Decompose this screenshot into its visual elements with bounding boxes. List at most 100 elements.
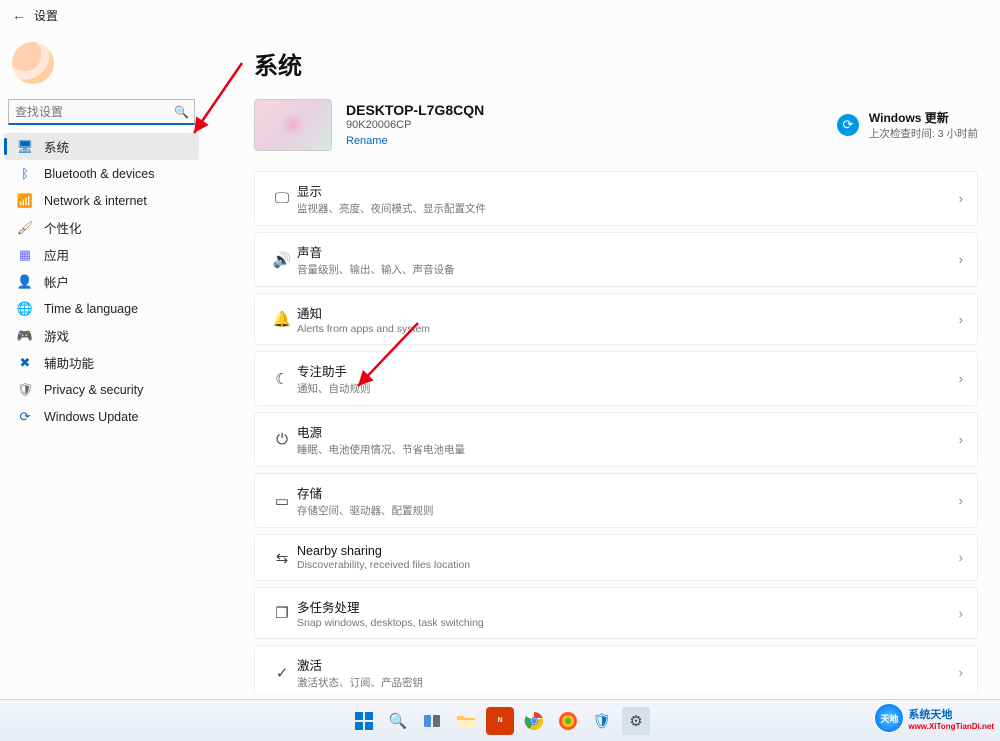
sidebar-item-label: Network & internet xyxy=(44,194,147,208)
back-button[interactable]: ← xyxy=(8,4,30,26)
card-subtitle: Discoverability, received files location xyxy=(297,559,959,571)
card-subtitle: Alerts from apps and system xyxy=(297,323,959,335)
card-body: 通知 Alerts from apps and system xyxy=(297,303,959,335)
sidebar-item-apps[interactable]: ▦应用 xyxy=(4,241,199,268)
card-body: Nearby sharing Discoverability, received… xyxy=(297,544,959,571)
card-list: 🖵 显示 监视器、亮度、夜间模式、显示配置文件 › 🔊 声音 音量级别、输出、输入… xyxy=(254,171,978,693)
storage-icon: ▭ xyxy=(267,492,297,510)
sidebar-item-label: Time & language xyxy=(44,302,138,316)
sidebar-item-wu[interactable]: ⟳Windows Update xyxy=(4,403,199,430)
sidebar-item-acct[interactable]: 👤帐户 xyxy=(4,268,199,295)
sidebar-item-time[interactable]: 🌐 Time & language xyxy=(4,295,199,322)
wu-icon: ⟳ xyxy=(16,408,34,426)
card-multitask[interactable]: ❐ 多任务处理 Snap windows, desktops, task swi… xyxy=(254,587,978,639)
card-storage[interactable]: ▭ 存储 存储空间、驱动器、配置规则 › xyxy=(254,473,978,528)
sidebar-item-bt[interactable]: ᛒ Bluetooth & devices xyxy=(4,160,199,187)
sound-icon: 🔊 xyxy=(267,251,297,269)
notifications-icon: 🔔 xyxy=(267,310,297,328)
sidebar-item-net[interactable]: 📶 Network & internet xyxy=(4,187,199,214)
card-title: 显示 xyxy=(297,181,959,200)
sidebar-item-priv[interactable]: 🛡Privacy & security xyxy=(4,376,199,403)
activation-icon: ✓ xyxy=(267,664,297,682)
sidebar-item-label: 应用 xyxy=(44,245,69,264)
chevron-right-icon: › xyxy=(959,191,963,206)
taskbar[interactable]: 🔍 N 🛡 ⚙ xyxy=(0,699,1000,741)
card-body: 激活 激活状态、订阅、产品密钥 xyxy=(297,655,959,690)
bt-icon: ᛒ xyxy=(16,165,34,183)
rename-link[interactable]: Rename xyxy=(346,135,388,147)
sidebar-item-system[interactable]: 🖥系统 xyxy=(4,133,199,160)
windows-update-block[interactable]: ⟳ Windows 更新 上次检查时间: 3 小时前 xyxy=(837,109,978,141)
card-body: 多任务处理 Snap windows, desktops, task switc… xyxy=(297,597,959,629)
card-subtitle: 音量级别、输出、输入、声音设备 xyxy=(297,262,959,277)
sidebar: 🔍 🖥系统 ᛒ Bluetooth & devices 📶 Network & inte… xyxy=(0,30,203,430)
acct-icon: 👤 xyxy=(16,273,34,291)
time-icon: 🌐 xyxy=(16,300,34,318)
card-body: 显示 监视器、亮度、夜间模式、显示配置文件 xyxy=(297,181,959,216)
card-title: 电源 xyxy=(297,422,959,441)
windows-update-subtitle: 上次检查时间: 3 小时前 xyxy=(869,126,978,141)
card-notifications[interactable]: 🔔 通知 Alerts from apps and system › xyxy=(254,293,978,345)
device-model: 90K20006CP xyxy=(346,119,484,131)
file-explorer-icon[interactable] xyxy=(452,707,480,735)
security-icon[interactable]: 🛡 xyxy=(588,707,616,735)
net-icon: 📶 xyxy=(16,192,34,210)
power-icon: ⏻ xyxy=(267,431,297,448)
card-display[interactable]: 🖵 显示 监视器、亮度、夜间模式、显示配置文件 › xyxy=(254,171,978,226)
chrome-icon[interactable] xyxy=(520,707,548,735)
search-icon: 🔍 xyxy=(174,105,189,119)
card-nearby[interactable]: ⇆ Nearby sharing Discoverability, receiv… xyxy=(254,534,978,581)
main-content: 系统 DESKTOP-L7G8CQN 90K20006CP Rename ⟳ W… xyxy=(254,46,978,693)
watermark-badge: 天地 系统天地 www.XiTongTianDi.net xyxy=(874,703,994,733)
sidebar-item-pers[interactable]: 🖌个性化 xyxy=(4,214,199,241)
chevron-right-icon: › xyxy=(959,606,963,621)
sidebar-item-acc[interactable]: ✖辅助功能 xyxy=(4,349,199,376)
page-title: 系统 xyxy=(254,46,978,81)
display-icon: 🖵 xyxy=(267,190,297,207)
sync-icon: ⟳ xyxy=(837,114,859,136)
avatar xyxy=(12,42,54,84)
game-icon: 🎮 xyxy=(16,327,34,345)
device-info: DESKTOP-L7G8CQN 90K20006CP Rename xyxy=(346,102,484,149)
browser-icon[interactable] xyxy=(554,707,582,735)
priv-icon: 🛡 xyxy=(16,381,34,399)
user-block[interactable] xyxy=(0,38,203,99)
chevron-right-icon: › xyxy=(959,371,963,386)
card-subtitle: 睡眠、电池使用情况、节省电池电量 xyxy=(297,442,959,457)
card-subtitle: 激活状态、订阅、产品密钥 xyxy=(297,675,959,690)
acc-icon: ✖ xyxy=(16,354,34,372)
watermark-line2: www.XiTongTianDi.net xyxy=(908,722,994,731)
card-focus[interactable]: ☾ 专注助手 通知、自动规则 › xyxy=(254,351,978,406)
system-icon: 🖥 xyxy=(16,138,34,156)
sidebar-item-label: Bluetooth & devices xyxy=(44,167,155,181)
settings-taskbar-icon[interactable]: ⚙ xyxy=(622,707,650,735)
card-body: 存储 存储空间、驱动器、配置规则 xyxy=(297,483,959,518)
device-name: DESKTOP-L7G8CQN xyxy=(346,102,484,118)
search-wrap: 🔍 xyxy=(8,99,195,125)
task-view-icon[interactable] xyxy=(418,707,446,735)
card-subtitle: 通知、自动规则 xyxy=(297,381,959,396)
chevron-right-icon: › xyxy=(959,665,963,680)
card-title: 多任务处理 xyxy=(297,597,959,616)
card-body: 声音 音量级别、输出、输入、声音设备 xyxy=(297,242,959,277)
focus-icon: ☾ xyxy=(267,370,297,388)
card-activation[interactable]: ✓ 激活 激活状态、订阅、产品密钥 › xyxy=(254,645,978,693)
card-sound[interactable]: 🔊 声音 音量级别、输出、输入、声音设备 › xyxy=(254,232,978,287)
multitask-icon: ❐ xyxy=(267,604,297,622)
search-input[interactable] xyxy=(8,99,195,125)
globe-icon: 天地 xyxy=(874,703,904,733)
office-icon[interactable]: N xyxy=(486,707,514,735)
card-body: 专注助手 通知、自动规则 xyxy=(297,361,959,396)
chevron-right-icon: › xyxy=(959,550,963,565)
card-subtitle: 存储空间、驱动器、配置规则 xyxy=(297,503,959,518)
card-subtitle: Snap windows, desktops, task switching xyxy=(297,617,959,629)
taskbar-search-icon[interactable]: 🔍 xyxy=(384,707,412,735)
sidebar-item-game[interactable]: 🎮游戏 xyxy=(4,322,199,349)
watermark-line1: 系统天地 xyxy=(908,706,994,722)
chevron-right-icon: › xyxy=(959,493,963,508)
card-title: 存储 xyxy=(297,483,959,502)
card-power[interactable]: ⏻ 电源 睡眠、电池使用情况、节省电池电量 › xyxy=(254,412,978,467)
windows-update-title: Windows 更新 xyxy=(869,109,978,126)
start-icon[interactable] xyxy=(350,707,378,735)
card-title: 声音 xyxy=(297,242,959,261)
